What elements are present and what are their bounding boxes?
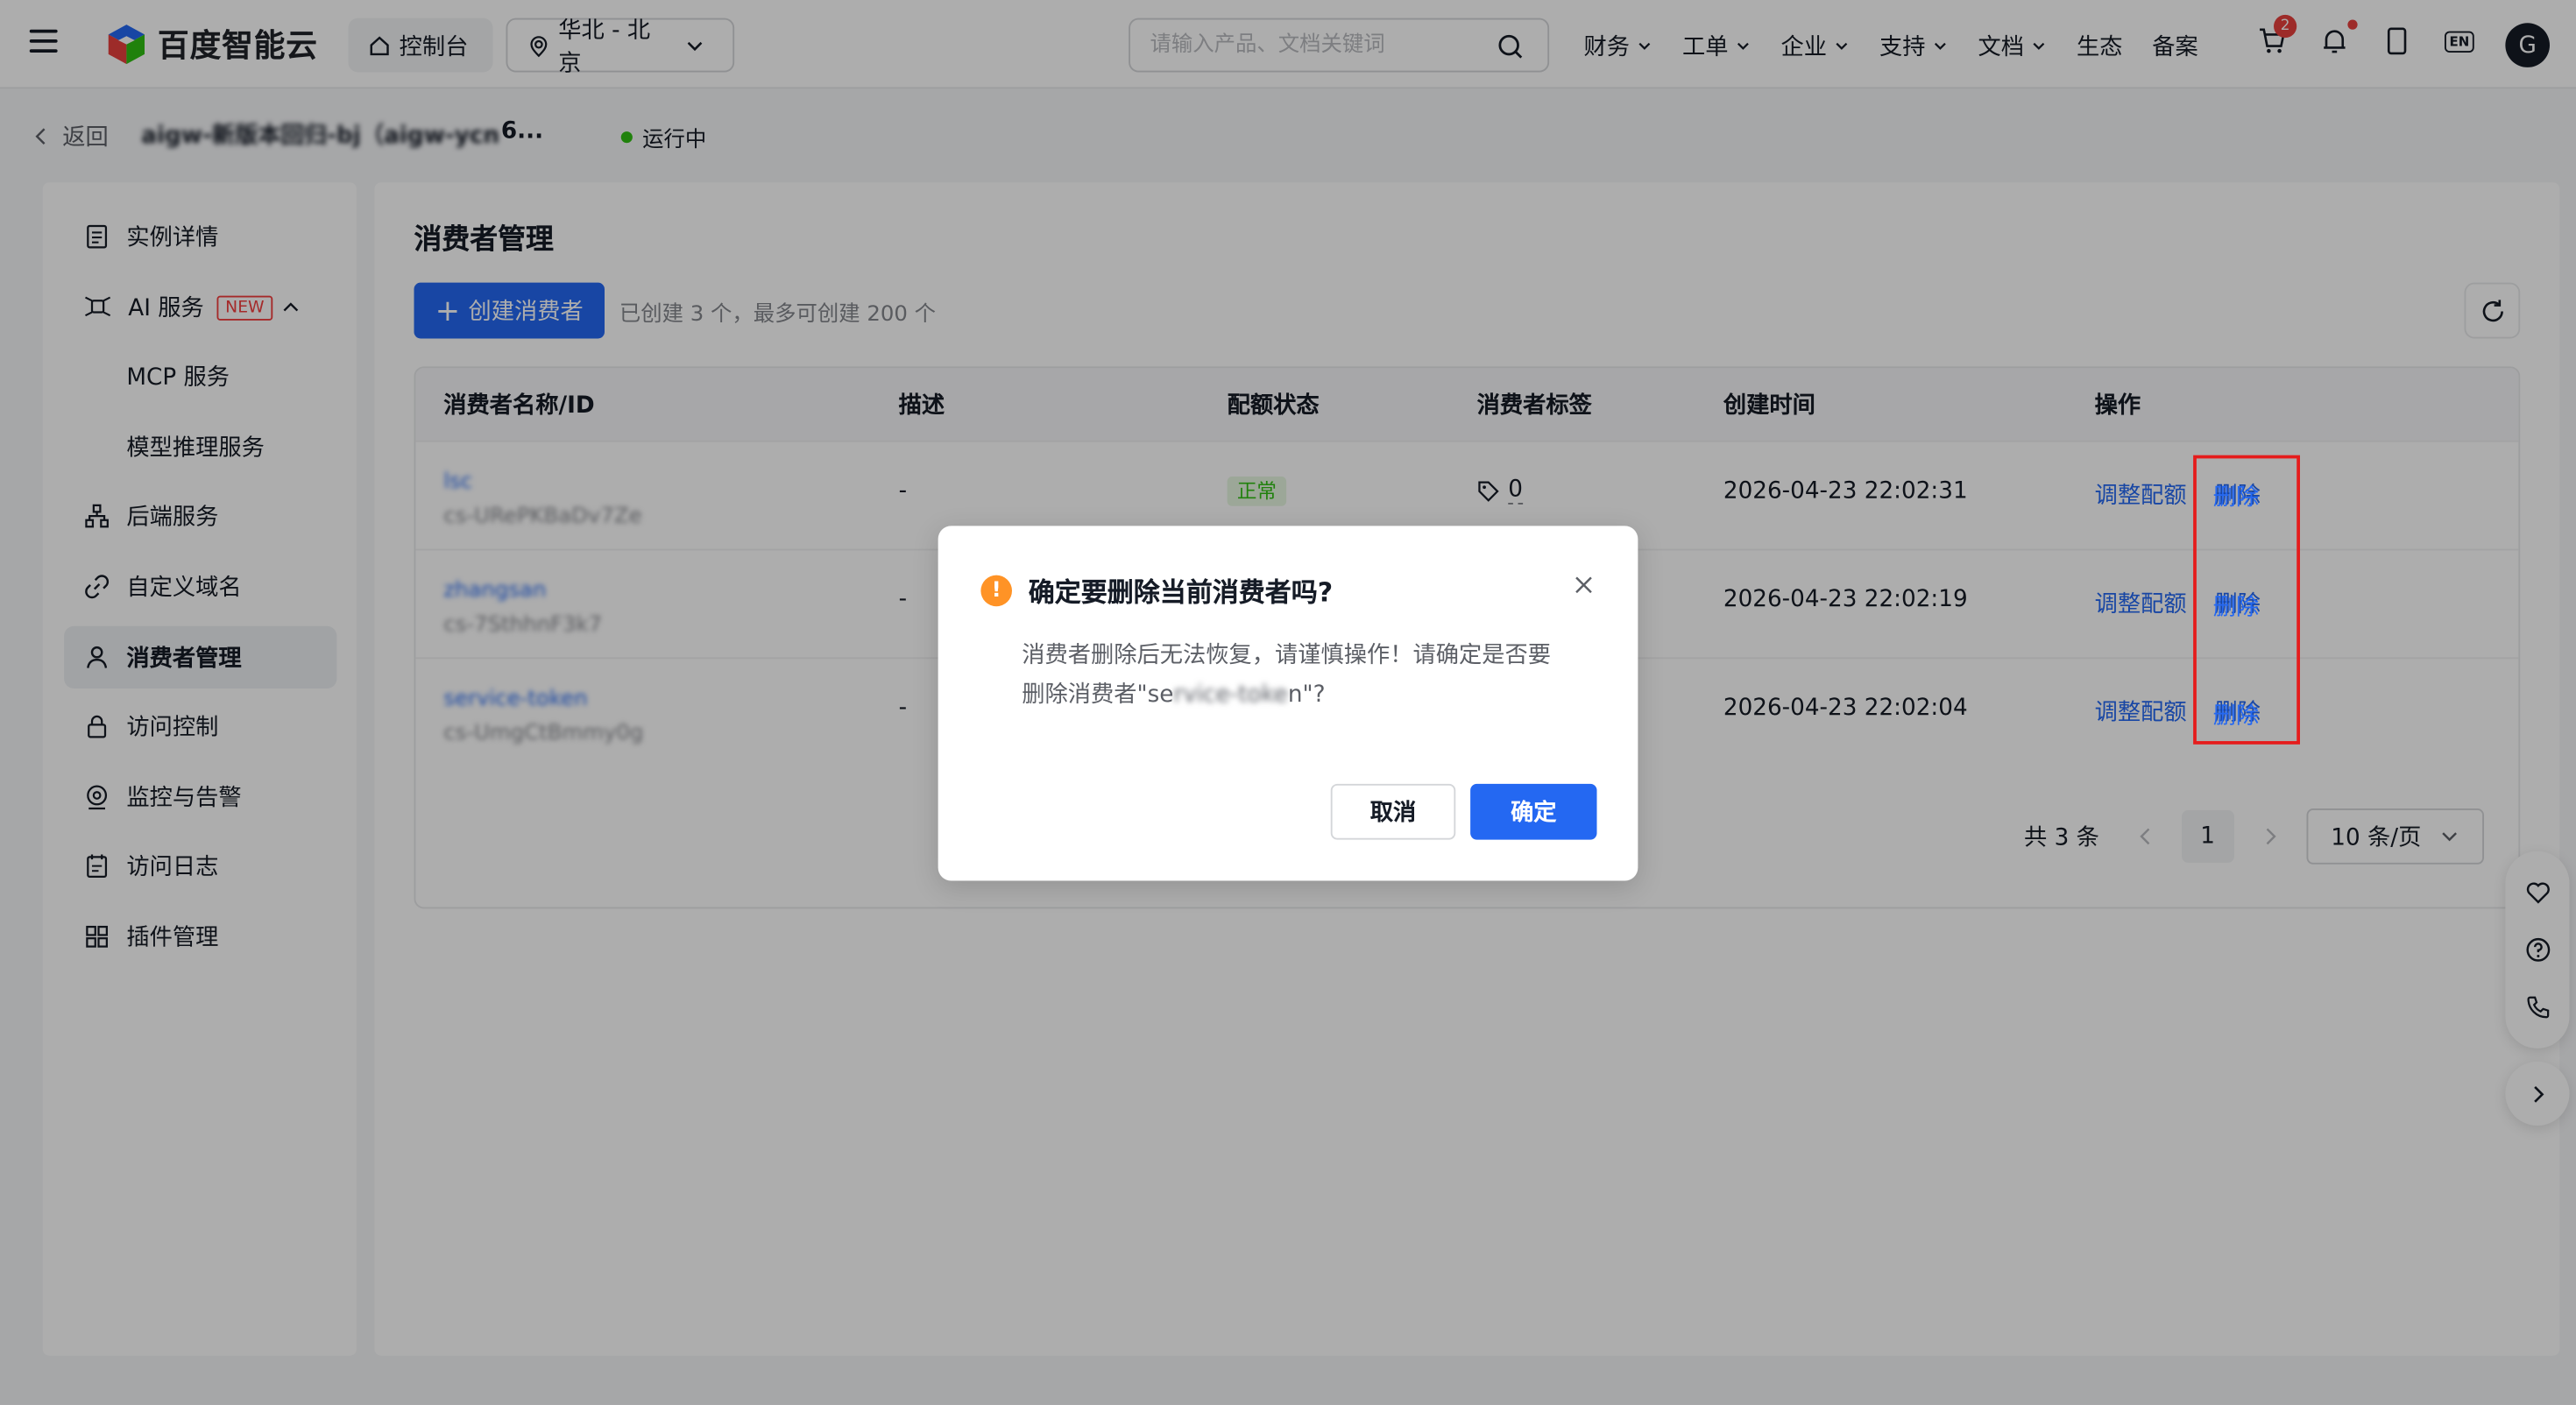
dialog-message: 消费者删除后无法恢复，请谨慎操作！请确定是否要删除消费者"service-tok… [1022,636,1564,715]
confirm-delete-dialog: ! 确定要删除当前消费者吗? 消费者删除后无法恢复，请谨慎操作！请确定是否要删除… [938,526,1638,881]
delete-link-overlay[interactable]: 删除 [2213,698,2260,731]
confirm-button[interactable]: 确定 [1470,783,1597,840]
dialog-message-consumer-name: rvice-toke [1173,681,1288,709]
warning-icon: ! [980,574,1012,606]
delete-link-overlay[interactable]: 删除 [2213,480,2260,513]
dialog-message-suffix: n"? [1287,681,1326,709]
delete-link-overlay[interactable]: 删除 [2213,590,2260,623]
dialog-title: ! 确定要删除当前消费者吗? [980,570,1333,610]
dialog-title-text: 确定要删除当前消费者吗? [1028,576,1334,609]
cancel-button[interactable]: 取消 [1330,783,1456,840]
close-icon[interactable] [1574,575,1594,596]
